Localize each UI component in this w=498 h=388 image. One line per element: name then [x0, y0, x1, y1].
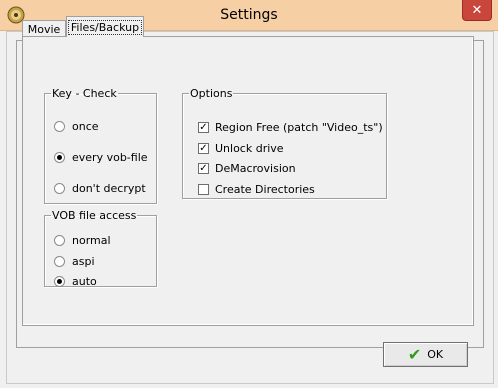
radio-button[interactable] — [54, 276, 65, 287]
radio-button[interactable] — [54, 121, 65, 132]
radio-aspi[interactable]: aspi — [54, 255, 95, 268]
checkbox-label: Region Free (patch "Video_ts") — [215, 121, 383, 134]
radio-once[interactable]: once — [54, 120, 99, 133]
checkbox-label: Create Directories — [215, 183, 315, 196]
checkbox[interactable]: ✓ — [198, 143, 209, 154]
radio-button[interactable] — [54, 152, 65, 163]
checkbox-region-free[interactable]: ✓ Region Free (patch "Video_ts") — [198, 121, 383, 134]
key-check-legend: Key - Check — [52, 87, 117, 100]
options-group: Options ✓ Region Free (patch "Video_ts")… — [182, 87, 387, 199]
radio-button[interactable] — [54, 183, 65, 194]
radio-label: auto — [72, 275, 97, 288]
checkbox-label: Unlock drive — [215, 142, 284, 155]
settings-window: Settings ✕ Movie Files/Backup Key - Chec… — [0, 0, 498, 388]
radio-auto[interactable]: auto — [54, 275, 97, 288]
radio-dont-decrypt[interactable]: don't decrypt — [54, 182, 146, 195]
key-check-group: Key - Check once every vob-file don't de… — [44, 87, 157, 204]
checkbox[interactable]: ✓ — [198, 122, 209, 133]
tab-files-backup[interactable]: Files/Backup — [66, 16, 144, 37]
files-backup-panel: Key - Check once every vob-file don't de… — [22, 36, 474, 326]
radio-label: once — [72, 120, 99, 133]
radio-label: normal — [72, 234, 111, 247]
ok-button[interactable]: ✔ OK — [383, 342, 468, 367]
radio-every-vob-file[interactable]: every vob-file — [54, 151, 148, 164]
checkbox-unlock-drive[interactable]: ✓ Unlock drive — [198, 142, 284, 155]
vob-file-access-group: VOB file access normal aspi auto — [44, 209, 157, 288]
radio-normal[interactable]: normal — [54, 234, 111, 247]
radio-label: every vob-file — [72, 151, 148, 164]
checkmark-icon: ✔ — [407, 345, 422, 364]
checkbox-create-directories[interactable]: Create Directories — [198, 183, 315, 196]
checkbox-demacrovision[interactable]: ✓ DeMacrovision — [198, 162, 296, 175]
checkbox[interactable] — [198, 184, 209, 195]
tab-files-backup-label: Files/Backup — [67, 19, 143, 35]
tab-movie[interactable]: Movie — [22, 20, 66, 37]
ok-button-label: OK — [427, 348, 444, 361]
radio-button[interactable] — [54, 235, 65, 246]
close-button[interactable]: ✕ — [462, 0, 492, 21]
radio-button[interactable] — [54, 256, 65, 267]
radio-label: don't decrypt — [72, 182, 146, 195]
options-legend: Options — [190, 87, 233, 100]
checkbox[interactable]: ✓ — [198, 163, 209, 174]
checkbox-label: DeMacrovision — [215, 162, 296, 175]
vob-access-legend: VOB file access — [52, 209, 137, 222]
radio-label: aspi — [72, 255, 95, 268]
